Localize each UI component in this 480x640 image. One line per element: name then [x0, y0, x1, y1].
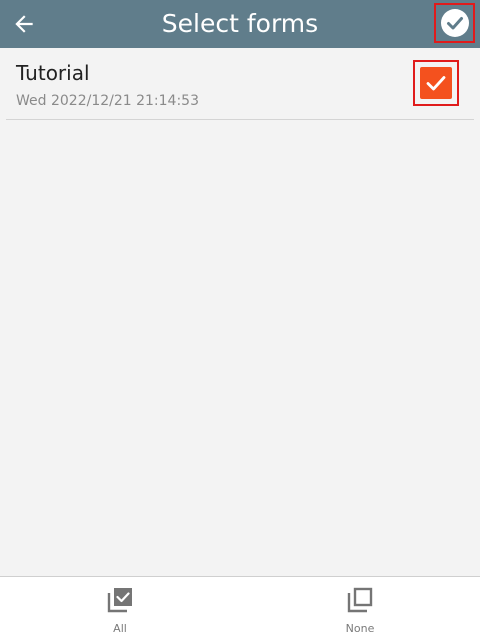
page-title: Select forms: [161, 9, 319, 38]
app-bar: Select forms: [0, 0, 480, 48]
bottom-toolbar: All None: [0, 576, 480, 640]
form-list-item[interactable]: Tutorial Wed 2022/12/21 21:14:53: [0, 48, 480, 120]
form-name: Tutorial: [16, 61, 90, 85]
confirm-button[interactable]: [434, 3, 475, 43]
checkbox-checked: [420, 67, 452, 99]
check-circle-icon: [440, 9, 469, 37]
select-all-button[interactable]: All: [0, 577, 240, 640]
back-button[interactable]: [8, 8, 40, 40]
form-date: Wed 2022/12/21 21:14:53: [16, 93, 199, 109]
checkmark-icon: [426, 76, 446, 91]
form-checkbox[interactable]: [413, 60, 459, 106]
select-none-label: None: [345, 622, 375, 635]
select-none-icon: [347, 587, 373, 613]
arrow-left-icon: [15, 15, 33, 33]
select-none-button[interactable]: None: [240, 577, 480, 640]
list-divider: [6, 119, 474, 120]
select-all-label: All: [113, 622, 127, 635]
select-all-icon: [107, 588, 132, 613]
